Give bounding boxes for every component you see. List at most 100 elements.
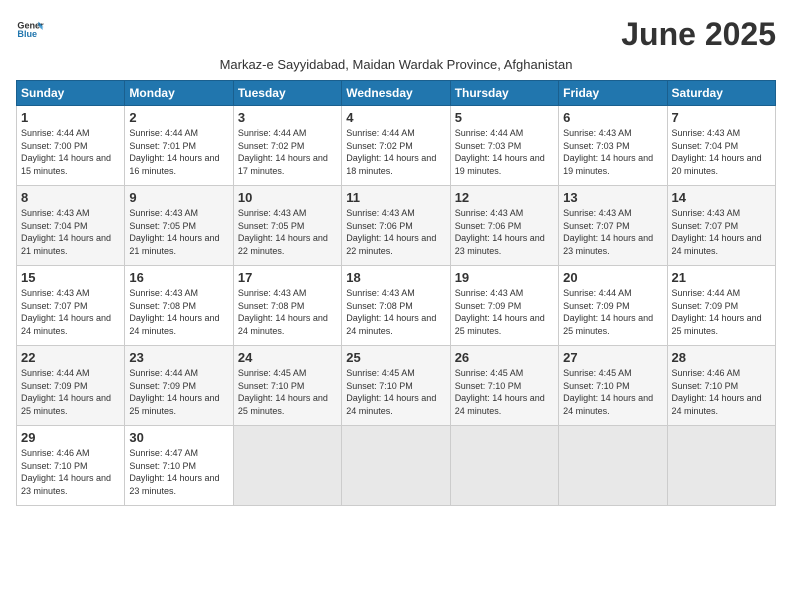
day-info: Sunrise: 4:43 AMSunset: 7:07 PMDaylight:… xyxy=(672,207,771,257)
day-info: Sunrise: 4:44 AMSunset: 7:00 PMDaylight:… xyxy=(21,127,120,177)
header-monday: Monday xyxy=(125,81,233,106)
header-thursday: Thursday xyxy=(450,81,558,106)
header-saturday: Saturday xyxy=(667,81,775,106)
header-friday: Friday xyxy=(559,81,667,106)
day-info: Sunrise: 4:43 AMSunset: 7:08 PMDaylight:… xyxy=(346,287,445,337)
calendar-cell: 23 Sunrise: 4:44 AMSunset: 7:09 PMDayligh… xyxy=(125,346,233,426)
calendar-cell: 1 Sunrise: 4:44 AMSunset: 7:00 PMDaylight… xyxy=(17,106,125,186)
day-number: 21 xyxy=(672,270,771,285)
day-number: 9 xyxy=(129,190,228,205)
calendar-cell: 20Sunrise: 4:44 AMSunset: 7:09 PMDayligh… xyxy=(559,266,667,346)
calendar-cell: 14 Sunrise: 4:43 AMSunset: 7:07 PMDayligh… xyxy=(667,186,775,266)
header-sunday: Sunday xyxy=(17,81,125,106)
day-number: 22 xyxy=(21,350,120,365)
day-info: Sunrise: 4:43 AMSunset: 7:06 PMDaylight:… xyxy=(455,207,554,257)
day-info: Sunrise: 4:44 AMSunset: 7:02 PMDaylight:… xyxy=(238,127,337,177)
day-info: Sunrise: 4:45 AMSunset: 7:10 PMDaylight:… xyxy=(455,367,554,417)
calendar-week-3: 15 Sunrise: 4:43 AMSunset: 7:07 PMDayligh… xyxy=(17,266,776,346)
day-number: 24 xyxy=(238,350,337,365)
day-info: Sunrise: 4:44 AMSunset: 7:09 PMDaylight:… xyxy=(21,367,120,417)
calendar-cell: 12 Sunrise: 4:43 AMSunset: 7:06 PMDayligh… xyxy=(450,186,558,266)
calendar-cell xyxy=(667,426,775,506)
calendar-cell: 27 Sunrise: 4:45 AMSunset: 7:10 PMDayligh… xyxy=(559,346,667,426)
header-tuesday: Tuesday xyxy=(233,81,341,106)
day-info: Sunrise: 4:44 AMSunset: 7:01 PMDaylight:… xyxy=(129,127,228,177)
day-number: 2 xyxy=(129,110,228,125)
calendar-cell: 24 Sunrise: 4:45 AMSunset: 7:10 PMDayligh… xyxy=(233,346,341,426)
day-number: 6 xyxy=(563,110,662,125)
day-number: 12 xyxy=(455,190,554,205)
day-number: 26 xyxy=(455,350,554,365)
calendar-cell: 5Sunrise: 4:44 AMSunset: 7:03 PMDaylight… xyxy=(450,106,558,186)
calendar-cell: 19 Sunrise: 4:43 AMSunset: 7:09 PMDayligh… xyxy=(450,266,558,346)
day-info: Sunrise: 4:43 AMSunset: 7:09 PMDaylight:… xyxy=(455,287,554,337)
day-info: Sunrise: 4:44 AMSunset: 7:09 PMDaylight:… xyxy=(129,367,228,417)
calendar-cell xyxy=(233,426,341,506)
day-info: Sunrise: 4:46 AMSunset: 7:10 PMDaylight:… xyxy=(21,447,120,497)
calendar-cell: 30Sunrise: 4:47 AMSunset: 7:10 PMDayligh… xyxy=(125,426,233,506)
calendar-cell: 26 Sunrise: 4:45 AMSunset: 7:10 PMDayligh… xyxy=(450,346,558,426)
day-info: Sunrise: 4:45 AMSunset: 7:10 PMDaylight:… xyxy=(563,367,662,417)
day-info: Sunrise: 4:45 AMSunset: 7:10 PMDaylight:… xyxy=(238,367,337,417)
calendar-cell: 16 Sunrise: 4:43 AMSunset: 7:08 PMDayligh… xyxy=(125,266,233,346)
day-info: Sunrise: 4:44 AMSunset: 7:09 PMDaylight:… xyxy=(672,287,771,337)
calendar-cell xyxy=(559,426,667,506)
day-number: 28 xyxy=(672,350,771,365)
day-info: Sunrise: 4:43 AMSunset: 7:06 PMDaylight:… xyxy=(346,207,445,257)
day-number: 25 xyxy=(346,350,445,365)
calendar-cell xyxy=(342,426,450,506)
calendar-cell: 11 Sunrise: 4:43 AMSunset: 7:06 PMDayligh… xyxy=(342,186,450,266)
calendar-cell: 17Sunrise: 4:43 AMSunset: 7:08 PMDayligh… xyxy=(233,266,341,346)
day-info: Sunrise: 4:44 AMSunset: 7:02 PMDaylight:… xyxy=(346,127,445,177)
day-info: Sunrise: 4:45 AMSunset: 7:10 PMDaylight:… xyxy=(346,367,445,417)
logo: General Blue xyxy=(16,16,44,44)
day-number: 16 xyxy=(129,270,228,285)
day-info: Sunrise: 4:43 AMSunset: 7:07 PMDaylight:… xyxy=(563,207,662,257)
day-number: 29 xyxy=(21,430,120,445)
day-number: 17 xyxy=(238,270,337,285)
day-info: Sunrise: 4:46 AMSunset: 7:10 PMDaylight:… xyxy=(672,367,771,417)
calendar-header-row: SundayMondayTuesdayWednesdayThursdayFrid… xyxy=(17,81,776,106)
day-number: 27 xyxy=(563,350,662,365)
calendar-cell: 13 Sunrise: 4:43 AMSunset: 7:07 PMDayligh… xyxy=(559,186,667,266)
day-number: 11 xyxy=(346,190,445,205)
calendar-cell: 2 Sunrise: 4:44 AMSunset: 7:01 PMDaylight… xyxy=(125,106,233,186)
calendar-cell: 8 Sunrise: 4:43 AMSunset: 7:04 PMDaylight… xyxy=(17,186,125,266)
calendar-cell: 25 Sunrise: 4:45 AMSunset: 7:10 PMDayligh… xyxy=(342,346,450,426)
calendar-cell: 28 Sunrise: 4:46 AMSunset: 7:10 PMDayligh… xyxy=(667,346,775,426)
day-number: 1 xyxy=(21,110,120,125)
day-number: 30 xyxy=(129,430,228,445)
calendar-cell xyxy=(450,426,558,506)
header-wednesday: Wednesday xyxy=(342,81,450,106)
day-info: Sunrise: 4:43 AMSunset: 7:08 PMDaylight:… xyxy=(129,287,228,337)
day-info: Sunrise: 4:43 AMSunset: 7:04 PMDaylight:… xyxy=(672,127,771,177)
calendar-table: SundayMondayTuesdayWednesdayThursdayFrid… xyxy=(16,80,776,506)
calendar-cell: 6 Sunrise: 4:43 AMSunset: 7:03 PMDaylight… xyxy=(559,106,667,186)
calendar-cell: 15 Sunrise: 4:43 AMSunset: 7:07 PMDayligh… xyxy=(17,266,125,346)
day-number: 23 xyxy=(129,350,228,365)
calendar-cell: 4 Sunrise: 4:44 AMSunset: 7:02 PMDaylight… xyxy=(342,106,450,186)
calendar-cell: 9 Sunrise: 4:43 AMSunset: 7:05 PMDaylight… xyxy=(125,186,233,266)
day-number: 19 xyxy=(455,270,554,285)
day-number: 18 xyxy=(346,270,445,285)
calendar-week-2: 8 Sunrise: 4:43 AMSunset: 7:04 PMDaylight… xyxy=(17,186,776,266)
day-info: Sunrise: 4:43 AMSunset: 7:04 PMDaylight:… xyxy=(21,207,120,257)
calendar-cell: 22 Sunrise: 4:44 AMSunset: 7:09 PMDayligh… xyxy=(17,346,125,426)
day-number: 15 xyxy=(21,270,120,285)
calendar-week-4: 22 Sunrise: 4:44 AMSunset: 7:09 PMDayligh… xyxy=(17,346,776,426)
day-number: 4 xyxy=(346,110,445,125)
calendar-cell: 29 Sunrise: 4:46 AMSunset: 7:10 PMDayligh… xyxy=(17,426,125,506)
day-number: 8 xyxy=(21,190,120,205)
day-info: Sunrise: 4:43 AMSunset: 7:03 PMDaylight:… xyxy=(563,127,662,177)
svg-text:Blue: Blue xyxy=(17,29,37,39)
day-info: Sunrise: 4:43 AMSunset: 7:07 PMDaylight:… xyxy=(21,287,120,337)
day-number: 3 xyxy=(238,110,337,125)
calendar-cell: 10Sunrise: 4:43 AMSunset: 7:05 PMDayligh… xyxy=(233,186,341,266)
day-number: 10 xyxy=(238,190,337,205)
day-info: Sunrise: 4:43 AMSunset: 7:05 PMDaylight:… xyxy=(129,207,228,257)
day-info: Sunrise: 4:44 AMSunset: 7:09 PMDaylight:… xyxy=(563,287,662,337)
calendar-week-1: 1 Sunrise: 4:44 AMSunset: 7:00 PMDaylight… xyxy=(17,106,776,186)
day-number: 13 xyxy=(563,190,662,205)
day-number: 14 xyxy=(672,190,771,205)
month-title: June 2025 xyxy=(621,16,776,53)
